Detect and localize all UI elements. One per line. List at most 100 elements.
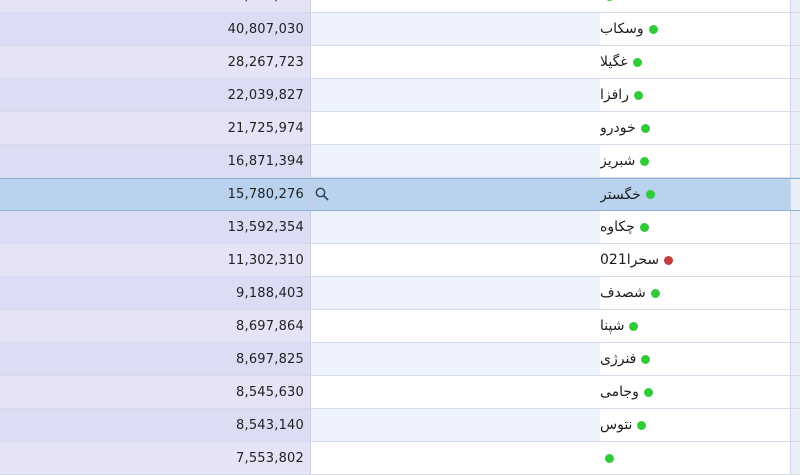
value-cell: 40,152,129 (0, 0, 311, 12)
table-row[interactable]: 40,152,129 (0, 0, 800, 13)
table-row[interactable]: 28,267,723 غگیلا (0, 46, 800, 79)
row-spacer (311, 409, 600, 441)
value-cell: 13,592,354 (0, 211, 311, 243)
value-cell: 8,543,140 (0, 409, 311, 441)
row-edge (790, 0, 800, 12)
symbols-table: 40,152,12940,807,030 وسکاب 28,267,723 غگیلا… (0, 0, 800, 475)
status-dot-icon (605, 453, 614, 463)
row-spacer (311, 343, 600, 375)
status-dot-icon (641, 354, 651, 364)
row-spacer (311, 179, 600, 210)
symbol-name[interactable]: شصدف (600, 285, 646, 301)
row-spacer (311, 442, 600, 474)
status-dot-icon (639, 222, 649, 232)
row-edge (790, 79, 800, 111)
row-spacer (311, 376, 600, 408)
table-row[interactable]: 8,543,140 نتوس (0, 409, 800, 442)
value-cell: 28,267,723 (0, 46, 311, 78)
symbol-name[interactable]: سحرا021 (600, 252, 659, 268)
table-row[interactable]: 8,697,864 شپنا (0, 310, 800, 343)
row-edge (790, 442, 800, 474)
table-row[interactable]: 11,302,310 سحرا021 (0, 244, 800, 277)
row-edge (790, 112, 800, 144)
table-row[interactable]: 16,871,394 شبریز (0, 145, 800, 178)
row-edge (790, 211, 800, 243)
symbol-name[interactable]: شپنا (600, 318, 624, 334)
value-cell: 8,545,630 (0, 376, 311, 408)
symbol-name[interactable]: نتوس (600, 417, 632, 433)
value-cell: 8,697,864 (0, 310, 311, 342)
value-cell: 7,553,802 (0, 442, 311, 474)
status-dot-icon (637, 420, 647, 430)
table-row[interactable]: 9,188,403 شصدف (0, 277, 800, 310)
row-edge (790, 13, 800, 45)
value-cell: 21,725,974 (0, 112, 311, 144)
value-cell: 40,807,030 (0, 13, 311, 45)
table-row[interactable]: 21,725,974 خودرو (0, 112, 800, 145)
row-spacer (311, 244, 600, 276)
status-dot-icon (664, 255, 674, 265)
status-dot-icon (648, 24, 658, 34)
row-edge (790, 376, 800, 408)
symbol-cell[interactable]: رافزا (600, 79, 790, 111)
table-row[interactable]: 8,545,630 وجامی (0, 376, 800, 409)
symbol-cell[interactable]: خگستر (600, 179, 790, 210)
symbol-name[interactable]: شبریز (600, 153, 635, 169)
symbol-cell[interactable]: نتوس (600, 409, 790, 441)
row-spacer (311, 145, 600, 177)
symbol-cell[interactable]: وسکاب (600, 13, 790, 45)
symbol-cell[interactable] (600, 442, 790, 474)
table-row[interactable]: 8,697,825 فنرژی (0, 343, 800, 376)
row-edge (790, 145, 800, 177)
status-dot-icon (632, 57, 642, 67)
value-cell: 16,871,394 (0, 145, 311, 177)
symbol-cell[interactable]: سحرا021 (600, 244, 790, 276)
row-edge (790, 46, 800, 78)
symbol-cell[interactable]: شصدف (600, 277, 790, 309)
status-dot-icon (629, 321, 639, 331)
row-edge (790, 310, 800, 342)
table-row[interactable]: 40,807,030 وسکاب (0, 13, 800, 46)
table-row[interactable]: 13,592,354 چکاوه (0, 211, 800, 244)
symbol-name[interactable]: وجامی (600, 384, 639, 400)
row-spacer (311, 211, 600, 243)
symbol-cell[interactable]: شبریز (600, 145, 790, 177)
row-edge (790, 244, 800, 276)
status-dot-icon (650, 288, 660, 298)
row-spacer (311, 277, 600, 309)
row-edge (790, 409, 800, 441)
symbol-name[interactable]: چکاوه (600, 219, 635, 235)
value-cell: 9,188,403 (0, 277, 311, 309)
symbol-cell[interactable]: شپنا (600, 310, 790, 342)
table-row[interactable]: 22,039,827 رافزا (0, 79, 800, 112)
symbol-name[interactable]: رافزا (600, 87, 629, 103)
value-cell: 11,302,310 (0, 244, 311, 276)
symbol-cell[interactable]: خودرو (600, 112, 790, 144)
symbol-cell[interactable] (600, 0, 790, 12)
symbol-cell[interactable]: چکاوه (600, 211, 790, 243)
search-icon[interactable] (315, 187, 329, 201)
symbol-cell[interactable]: وجامی (600, 376, 790, 408)
symbol-name[interactable]: خودرو (600, 120, 636, 136)
status-dot-icon (633, 90, 643, 100)
status-dot-icon (640, 156, 650, 166)
symbol-name[interactable]: خگستر (600, 187, 641, 203)
symbol-name[interactable]: فنرژی (600, 351, 636, 367)
value-cell: 15,780,276 (0, 179, 311, 210)
row-edge (790, 179, 800, 210)
table-row[interactable]: 7,553,802 (0, 442, 800, 475)
row-spacer (311, 79, 600, 111)
row-edge (790, 343, 800, 375)
row-edge (790, 277, 800, 309)
value-cell: 22,039,827 (0, 79, 311, 111)
row-spacer (311, 0, 600, 12)
symbol-name[interactable]: وسکاب (600, 21, 644, 37)
row-spacer (311, 46, 600, 78)
symbol-cell[interactable]: فنرژی (600, 343, 790, 375)
symbol-name[interactable]: غگیلا (600, 54, 628, 70)
table-row[interactable]: 15,780,276 خگستر (0, 178, 800, 211)
symbol-cell[interactable]: غگیلا (600, 46, 790, 78)
status-dot-icon (643, 387, 653, 397)
status-dot-icon (640, 123, 650, 133)
status-dot-icon (645, 190, 655, 199)
